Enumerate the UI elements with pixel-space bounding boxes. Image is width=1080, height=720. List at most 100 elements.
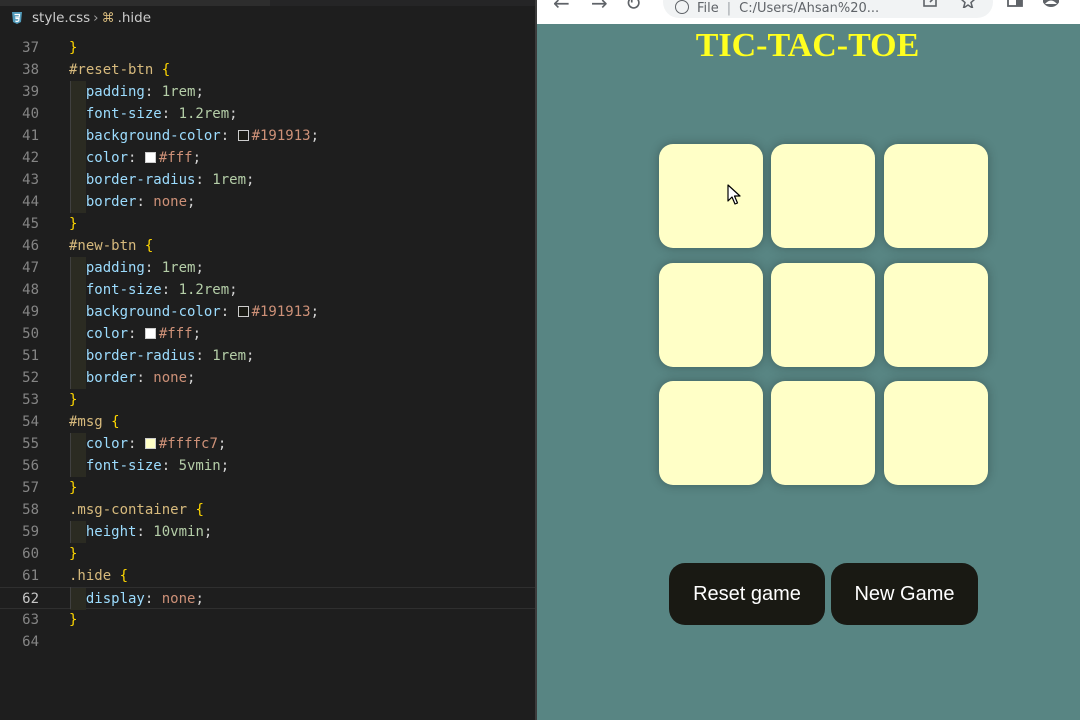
code-text: } [69, 543, 77, 565]
code-line[interactable]: 49 background-color: #191913; [0, 301, 535, 323]
code-text: } [69, 389, 77, 411]
code-line[interactable]: 53} [0, 389, 535, 411]
share-icon[interactable] [923, 0, 939, 8]
star-icon[interactable] [960, 0, 976, 8]
address-path: C:/Users/Ahsan%20... [739, 1, 880, 16]
code-token: } [69, 392, 78, 408]
code-line[interactable]: 47 padding: 1rem; [0, 257, 535, 279]
address-bar[interactable]: File | C:/Users/Ahsan%20... [663, 0, 993, 18]
code-line[interactable]: 59 height: 10vmin; [0, 521, 535, 543]
code-line[interactable]: 37} [0, 37, 535, 59]
line-number: 37 [22, 40, 39, 56]
line-number: 40 [22, 106, 39, 122]
board-cell[interactable] [884, 263, 988, 367]
code-token: color [85, 436, 129, 452]
code-line[interactable]: 43 border-radius: 1rem; [0, 169, 535, 191]
code-token: : [161, 282, 179, 298]
code-line[interactable]: 64 [0, 631, 535, 653]
code-line[interactable]: 63} [0, 609, 535, 631]
code-line[interactable]: 56 font-size: 5vmin; [0, 455, 535, 477]
code-token: border [85, 370, 137, 386]
code-text: font-size: 1.2rem; [69, 103, 238, 125]
code-token: font-size [85, 106, 162, 122]
code-token: : [136, 524, 154, 540]
code-token: : [144, 84, 162, 100]
code-token: #msg [69, 414, 112, 430]
line-number: 58 [22, 502, 39, 518]
code-line[interactable]: 51 border-radius: 1rem; [0, 345, 535, 367]
code-line[interactable]: 48 font-size: 1.2rem; [0, 279, 535, 301]
code-token: ; [246, 348, 255, 364]
new-game-button[interactable]: New Game [831, 563, 978, 625]
code-token: ; [246, 172, 255, 188]
code-line[interactable]: 44 border: none; [0, 191, 535, 213]
code-line[interactable]: 55 color: #ffffc7; [0, 433, 535, 455]
code-line[interactable]: 39 padding: 1rem; [0, 81, 535, 103]
line-number: 48 [22, 282, 39, 298]
reset-game-button[interactable]: Reset game [669, 563, 825, 625]
code-token: : [161, 106, 179, 122]
line-number: 62 [22, 591, 39, 607]
code-text: #reset-btn { [69, 59, 170, 81]
code-line[interactable]: 38 #reset-btn { [0, 59, 535, 81]
code-token: ; [192, 150, 202, 166]
line-number: 45 [22, 216, 39, 232]
code-text: } [69, 37, 77, 59]
code-token: : [220, 304, 238, 320]
breadcrumb[interactable]: style.css › ⌘ .hide [0, 7, 535, 29]
info-icon[interactable] [675, 0, 689, 14]
board-cell[interactable] [659, 381, 763, 485]
code-line[interactable]: 54 #msg { [0, 411, 535, 433]
code-text: font-size: 1.2rem; [69, 279, 238, 301]
back-arrow-icon[interactable]: ← [553, 0, 570, 15]
code-line[interactable]: 46 #new-btn { [0, 235, 535, 257]
split-divider[interactable] [535, 0, 537, 720]
code-line[interactable]: 57} [0, 477, 535, 499]
board-cell[interactable] [771, 381, 875, 485]
color-swatch[interactable] [237, 306, 249, 317]
code-line[interactable]: 40 font-size: 1.2rem; [0, 103, 535, 125]
code-line[interactable]: 58 .msg-container { [0, 499, 535, 521]
code-line[interactable]: 61 .hide { [0, 565, 535, 587]
code-token: 5vmin [178, 458, 221, 474]
color-swatch[interactable] [144, 328, 156, 339]
board-cell[interactable] [884, 144, 988, 248]
board-cell[interactable] [771, 144, 875, 248]
editor-tab-strip [0, 0, 535, 6]
code-line[interactable]: 62 display: none; [0, 587, 535, 610]
color-swatch[interactable] [144, 438, 156, 449]
board-cell[interactable] [659, 263, 763, 367]
color-swatch[interactable] [144, 152, 156, 163]
code-line[interactable]: 41 background-color: #191913; [0, 125, 535, 147]
code-text: } [69, 609, 77, 631]
color-swatch[interactable] [237, 130, 249, 141]
code-token: height [85, 524, 137, 540]
code-line[interactable]: 45} [0, 213, 535, 235]
line-number: 49 [22, 304, 39, 320]
code-line[interactable]: 52 border: none; [0, 367, 535, 389]
board-cell[interactable] [884, 381, 988, 485]
code-text: background-color: #191913; [69, 301, 319, 323]
code-editor[interactable]: 37} 38 #reset-btn {39 padding: 1rem; 40 fon… [0, 0, 535, 720]
chevron-right-icon: › [93, 10, 99, 26]
board-cell[interactable] [659, 144, 763, 248]
code-token: : [128, 436, 145, 452]
reload-icon[interactable]: ↻ [625, 0, 642, 15]
code-text: height: 10vmin; [69, 521, 212, 543]
code-token: : [195, 172, 213, 188]
code-line[interactable]: 50 color: #fff; [0, 323, 535, 345]
forward-arrow-icon[interactable]: → [591, 0, 608, 15]
code-token: color [85, 150, 129, 166]
breadcrumb-file[interactable]: style.css [32, 10, 90, 26]
code-line[interactable]: 60} [0, 543, 535, 565]
code-text: color: #fff; [69, 147, 201, 169]
css-selector-icon: ⌘ [101, 10, 115, 26]
code-text: border-radius: 1rem; [69, 345, 255, 367]
side-panel-icon[interactable] [1007, 0, 1023, 8]
profile-avatar-icon[interactable] [1043, 0, 1059, 8]
breadcrumb-symbol[interactable]: .hide [118, 10, 151, 26]
code-token: { [161, 62, 171, 78]
code-line[interactable]: 42 color: #fff; [0, 147, 535, 169]
code-token: border [85, 194, 137, 210]
board-cell[interactable] [771, 263, 875, 367]
